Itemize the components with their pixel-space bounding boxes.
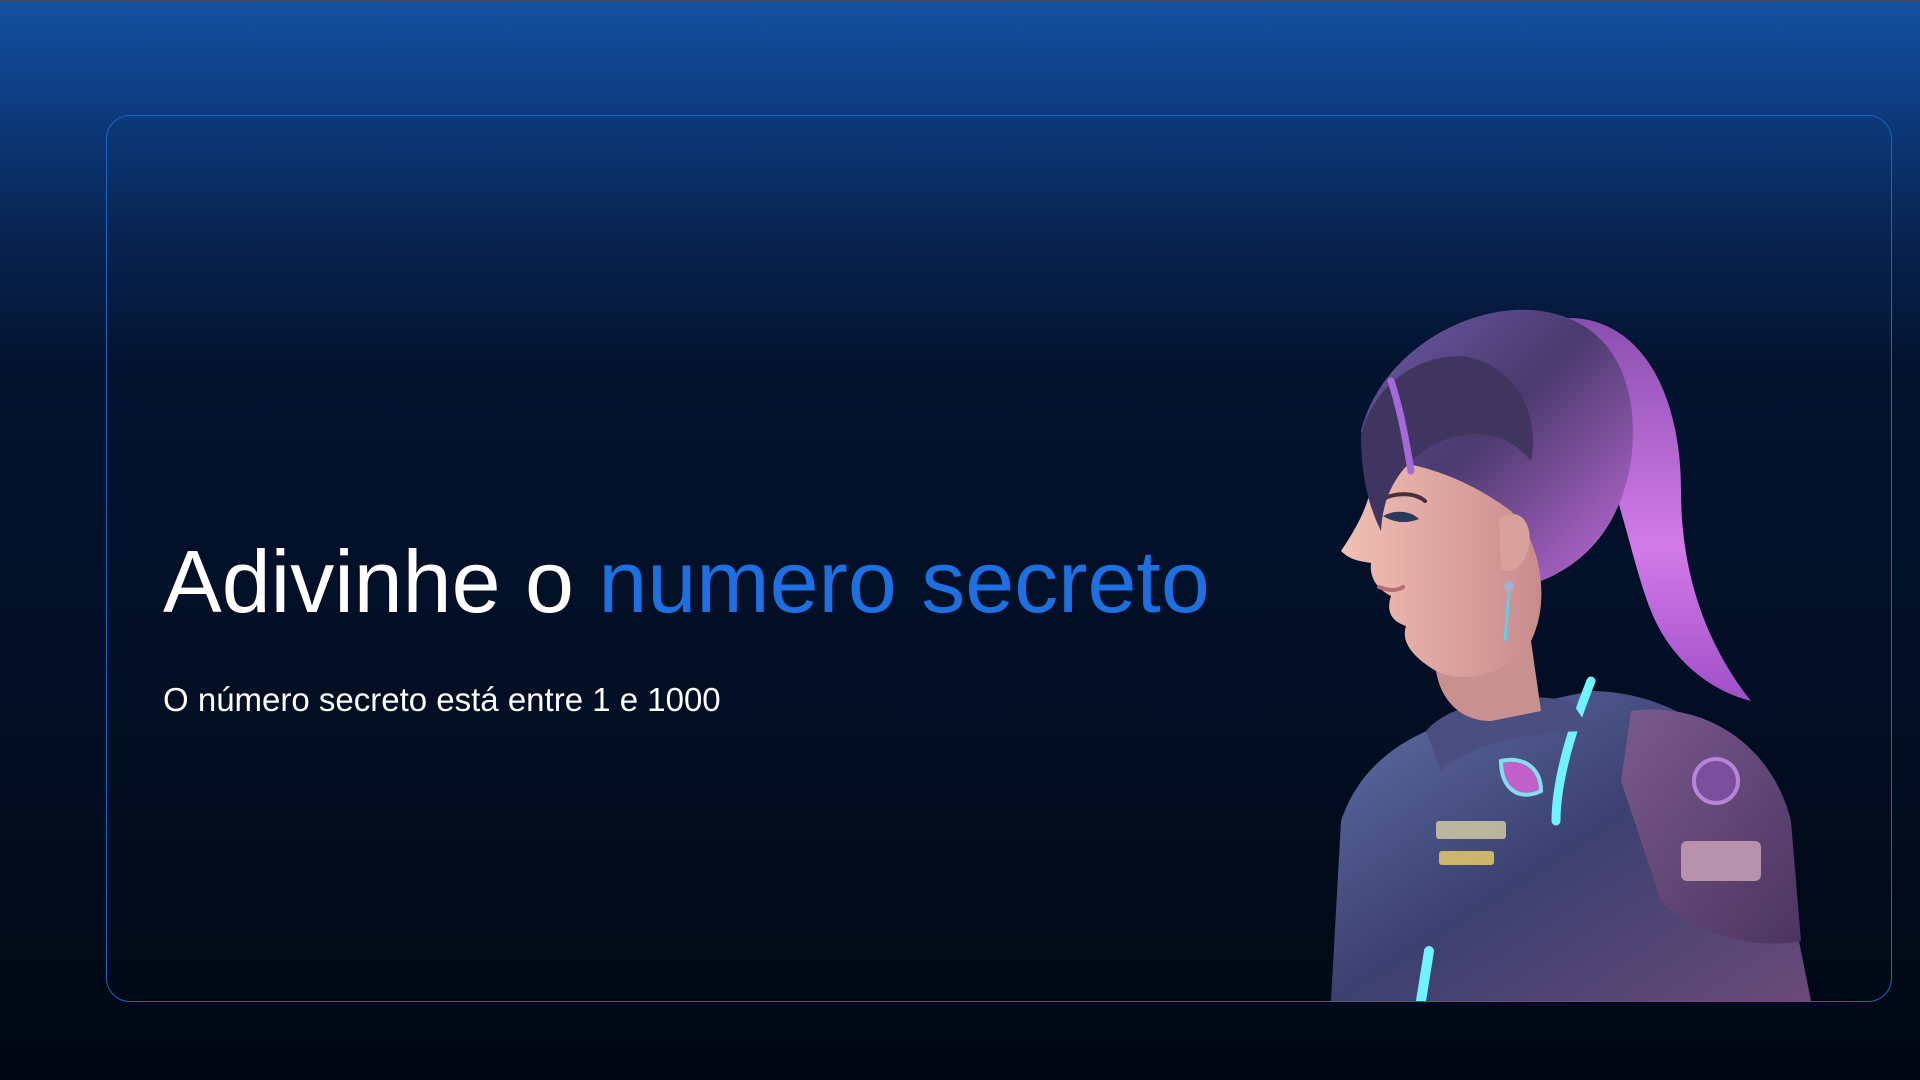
main-container: Adivinhe o numero secreto O número secre… <box>106 115 1892 1002</box>
page-subtitle: O número secreto está entre 1 e 1000 <box>163 681 721 719</box>
page-title: Adivinhe o numero secreto <box>163 531 1263 632</box>
top-divider <box>0 0 1920 2</box>
title-highlight: numero secreto <box>598 532 1210 631</box>
astronaut-woman-illustration <box>1331 309 1811 1001</box>
content-area: Adivinhe o numero secreto O número secre… <box>163 531 1263 720</box>
title-prefix: Adivinhe o <box>163 532 574 631</box>
